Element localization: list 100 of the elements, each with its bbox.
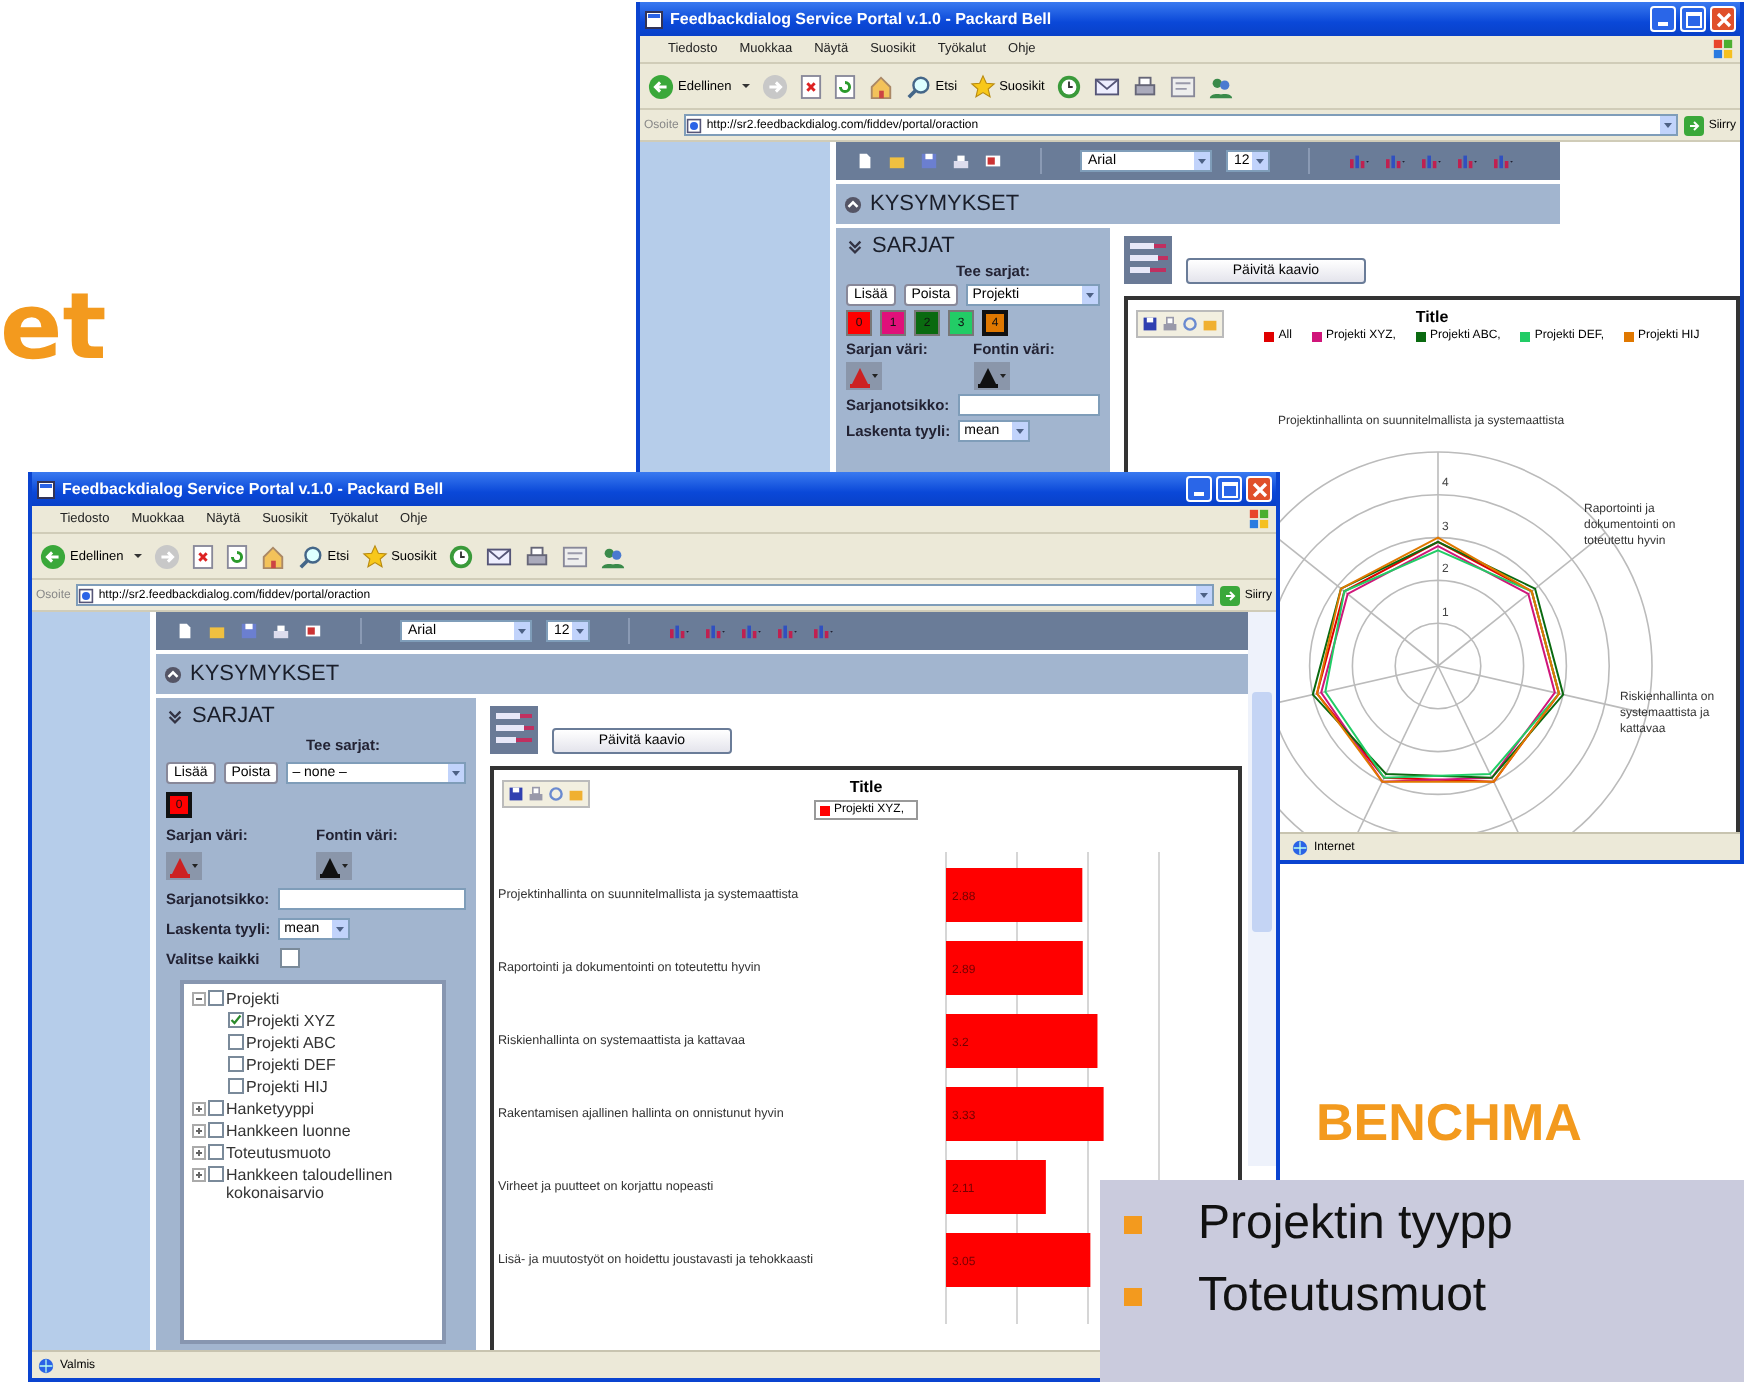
refresh-icon[interactable] xyxy=(1182,316,1198,332)
tree-item[interactable]: Projekti ABC xyxy=(246,1034,434,1052)
tree-item[interactable]: Projekti HIJ xyxy=(246,1078,434,1096)
home-icon[interactable] xyxy=(867,73,894,99)
history-icon[interactable] xyxy=(1056,73,1083,99)
image-icon[interactable] xyxy=(304,622,322,640)
chart-legend-icon[interactable] xyxy=(1124,236,1172,284)
refresh-icon[interactable] xyxy=(833,73,856,99)
questions-header[interactable]: KYSYMYKSET xyxy=(156,654,1248,694)
folder-icon[interactable] xyxy=(208,622,226,640)
chart-legend-icon[interactable] xyxy=(490,706,538,754)
printer-icon[interactable] xyxy=(952,152,970,170)
series-title-field[interactable] xyxy=(277,888,466,910)
minimize-button[interactable] xyxy=(1650,6,1676,32)
printer-icon[interactable] xyxy=(524,543,551,569)
printer-icon[interactable] xyxy=(1132,73,1159,99)
save-icon[interactable] xyxy=(508,786,524,802)
mail-icon[interactable] xyxy=(1094,73,1121,99)
caret-icon[interactable] xyxy=(1082,286,1098,304)
chevron-down-icon[interactable] xyxy=(166,707,184,725)
scrollbar[interactable] xyxy=(1248,612,1276,1166)
section-heading: BENCHMA xyxy=(1316,1092,1582,1154)
maximize-button[interactable] xyxy=(1216,476,1242,502)
checkbox[interactable] xyxy=(228,1078,244,1094)
edit-icon[interactable] xyxy=(562,543,589,569)
page-icon xyxy=(686,117,703,133)
checkbox[interactable] xyxy=(228,1056,244,1072)
edit-icon[interactable] xyxy=(1170,73,1197,99)
collapse-icon[interactable] xyxy=(164,665,182,683)
checkbox[interactable] xyxy=(208,1122,224,1138)
mail-icon[interactable] xyxy=(486,543,513,569)
stop-icon[interactable] xyxy=(191,543,214,569)
expand-icon[interactable] xyxy=(192,1146,206,1160)
caret-icon[interactable] xyxy=(1194,152,1210,170)
people-icon[interactable] xyxy=(1208,73,1235,99)
close-button[interactable] xyxy=(1710,6,1736,32)
back-arrow-icon xyxy=(648,73,674,99)
bullet-icon xyxy=(1124,1287,1142,1305)
checkbox[interactable] xyxy=(208,1166,224,1182)
printer-icon[interactable] xyxy=(272,622,290,640)
expand-icon[interactable] xyxy=(192,1124,206,1138)
slide-title: et xyxy=(0,272,107,380)
go-arrow-icon xyxy=(1684,115,1705,135)
expand-icon[interactable] xyxy=(192,1168,206,1182)
fill-color-icon xyxy=(846,362,882,390)
chart-title: Title xyxy=(1415,308,1449,326)
bullet-text: Toteutusmuot xyxy=(1198,1268,1487,1324)
maximize-button[interactable] xyxy=(1680,6,1706,32)
caret-icon[interactable] xyxy=(1196,586,1213,604)
tree-item[interactable]: Hanketyyppi xyxy=(226,1100,434,1118)
questions-header[interactable]: KYSYMYKSET xyxy=(836,184,1560,224)
bullet-icon xyxy=(1124,1215,1142,1233)
caret-icon[interactable] xyxy=(332,920,349,938)
checkbox[interactable] xyxy=(208,1144,224,1160)
checkbox[interactable] xyxy=(208,1100,224,1116)
text-color-icon xyxy=(973,362,1009,390)
section-title: KYSYMYKSET xyxy=(190,662,340,686)
star-icon xyxy=(361,543,388,569)
minimize-button[interactable] xyxy=(1186,476,1212,502)
close-button[interactable] xyxy=(1246,476,1272,502)
text-color-icon xyxy=(316,852,352,880)
bar xyxy=(946,941,1083,995)
history-icon[interactable] xyxy=(448,543,475,569)
tree-item[interactable]: Projekti XYZ xyxy=(246,1012,434,1030)
new-document-icon[interactable] xyxy=(856,152,874,170)
image-icon[interactable] xyxy=(984,152,1002,170)
checkbox[interactable] xyxy=(279,948,300,968)
new-document-icon[interactable] xyxy=(176,622,194,640)
tree-item[interactable]: Hankkeen luonne xyxy=(226,1122,434,1140)
page-icon xyxy=(78,587,95,603)
tree-item[interactable]: Toteutusmuoto xyxy=(226,1144,434,1162)
globe-icon xyxy=(1292,839,1308,855)
chevron-down-icon[interactable] xyxy=(846,237,864,255)
caret-icon[interactable] xyxy=(1252,152,1268,170)
tree-item[interactable]: Projekti DEF xyxy=(246,1056,434,1074)
checkbox[interactable] xyxy=(208,990,224,1006)
tree-item[interactable]: Hankkeen taloudellinen kokonaisarvio xyxy=(226,1166,434,1202)
expand-icon[interactable] xyxy=(192,1102,206,1116)
caret-icon[interactable] xyxy=(1660,116,1677,134)
refresh-icon[interactable] xyxy=(548,786,564,802)
go-arrow-icon xyxy=(1220,585,1241,605)
caret-icon[interactable] xyxy=(448,764,464,782)
series-title-field[interactable] xyxy=(957,394,1100,416)
collapse-icon[interactable] xyxy=(192,992,206,1006)
checkbox[interactable] xyxy=(228,1034,244,1050)
caret-icon[interactable] xyxy=(572,622,588,640)
tree-item[interactable]: Projekti xyxy=(226,990,434,1008)
windows-flag-icon xyxy=(1712,38,1734,60)
caret-icon[interactable] xyxy=(1012,422,1029,440)
folder-icon[interactable] xyxy=(888,152,906,170)
collapse-icon[interactable] xyxy=(844,195,862,213)
save-icon[interactable] xyxy=(920,152,938,170)
home-icon[interactable] xyxy=(259,543,286,569)
save-icon[interactable] xyxy=(1142,316,1158,332)
checkbox[interactable] xyxy=(228,1012,244,1028)
refresh-icon[interactable] xyxy=(225,543,248,569)
stop-icon[interactable] xyxy=(799,73,822,99)
caret-icon[interactable] xyxy=(514,622,530,640)
save-icon[interactable] xyxy=(240,622,258,640)
people-icon[interactable] xyxy=(600,543,627,569)
